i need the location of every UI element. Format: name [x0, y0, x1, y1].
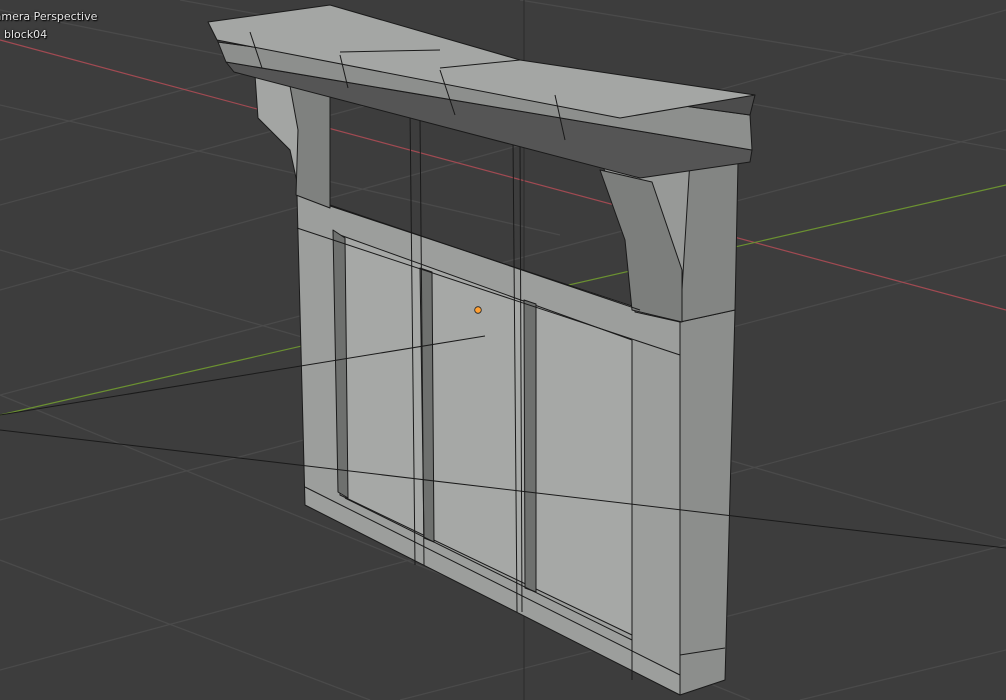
view-name-label: Camera Perspective	[0, 10, 98, 23]
wall-right-face	[679, 309, 736, 696]
active-object-label: block04	[4, 28, 48, 41]
object-origin-dot[interactable]	[474, 306, 482, 314]
door-recess-right	[523, 299, 537, 593]
viewport-canvas[interactable]	[0, 0, 1006, 700]
3d-viewport[interactable]: Camera Perspective block04	[0, 0, 1006, 700]
